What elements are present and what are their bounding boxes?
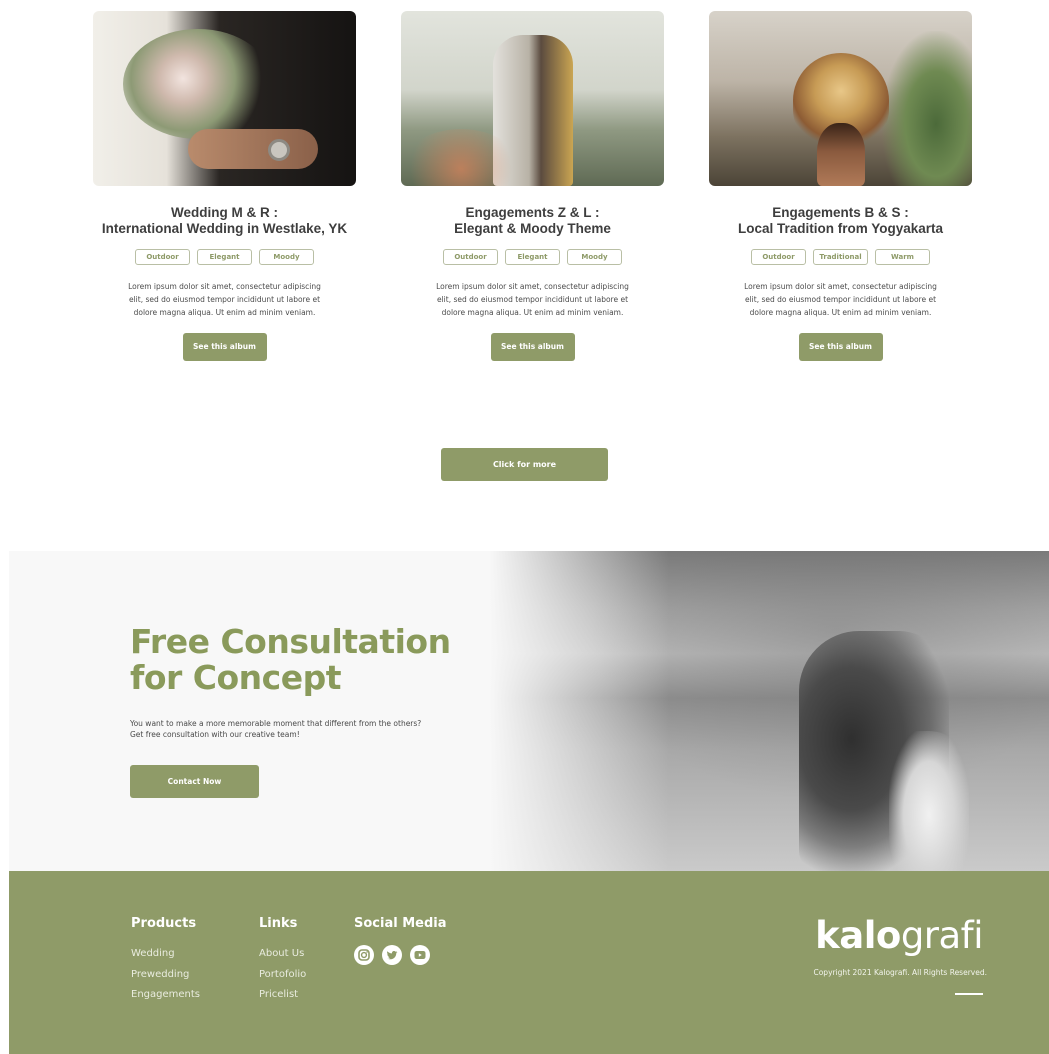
album-title-line1: Wedding M & R :: [171, 205, 278, 220]
kalografi-logo[interactable]: kalografi: [815, 916, 983, 956]
footer-products: Products Wedding Prewedding Engagements: [131, 916, 200, 1006]
tag[interactable]: Outdoor: [135, 249, 190, 265]
tag[interactable]: Outdoor: [751, 249, 806, 265]
palm-shape: [882, 31, 972, 186]
footer-link-wedding[interactable]: Wedding: [131, 944, 200, 965]
social-icons: [354, 945, 447, 965]
consultation-title: Free Consultation for Concept: [130, 624, 451, 696]
youtube-icon[interactable]: [410, 945, 430, 965]
album-card: Engagements B & S : Local Tradition from…: [709, 11, 972, 361]
tag[interactable]: Warm: [875, 249, 930, 265]
album-photo[interactable]: [401, 11, 664, 186]
hands-shape: [188, 129, 318, 169]
tag[interactable]: Elegant: [505, 249, 560, 265]
consultation-section: Free Consultation for Concept You want t…: [9, 551, 1049, 871]
footer-heading: Social Media: [354, 916, 447, 931]
tag[interactable]: Traditional: [813, 249, 868, 265]
instagram-icon[interactable]: [354, 945, 374, 965]
consultation-text-line2: Get free consultation with our creative …: [130, 730, 300, 739]
album-description: Lorem ipsum dolor sit amet, consectetur …: [436, 282, 629, 317]
dress-shape: [889, 731, 969, 871]
album-title: Wedding M & R : International Wedding in…: [93, 205, 356, 237]
footer-link-pricelist[interactable]: Pricelist: [259, 985, 306, 1006]
see-album-button[interactable]: See this album: [798, 333, 883, 361]
tag[interactable]: Moody: [567, 249, 622, 265]
album-tags: Outdoor Traditional Warm: [709, 249, 972, 265]
album-photo[interactable]: [709, 11, 972, 186]
consultation-text-line1: You want to make a more memorable moment…: [130, 719, 422, 728]
album-card: Wedding M & R : International Wedding in…: [93, 11, 356, 361]
bouquet-shape: [123, 29, 273, 139]
album-title: Engagements B & S : Local Tradition from…: [709, 205, 972, 237]
album-title-line2: International Wedding in Westlake, YK: [101, 221, 348, 236]
footer-link-engagements[interactable]: Engagements: [131, 985, 200, 1006]
footer-links: Links About Us Portofolio Pricelist: [259, 916, 306, 1006]
footer-link-about[interactable]: About Us: [259, 944, 306, 965]
photo-fade: [489, 551, 669, 871]
footer-link-portofolio[interactable]: Portofolio: [259, 965, 306, 986]
consultation-title-line1: Free Consultation: [130, 622, 451, 661]
album-description: Lorem ipsum dolor sit amet, consectetur …: [744, 282, 937, 317]
tag[interactable]: Outdoor: [443, 249, 498, 265]
album-title: Engagements Z & L : Elegant & Moody Them…: [401, 205, 664, 237]
consultation-title-line2: for Concept: [130, 658, 342, 697]
logo-light-part: grafi: [900, 914, 984, 957]
album-photo[interactable]: [93, 11, 356, 186]
album-title-line1: Engagements Z & L :: [465, 205, 600, 220]
footer-link-prewedding[interactable]: Prewedding: [131, 965, 200, 986]
see-album-button[interactable]: See this album: [490, 333, 575, 361]
album-title-line2: Local Tradition from Yogyakarta: [737, 221, 944, 236]
tag[interactable]: Elegant: [197, 249, 252, 265]
album-tags: Outdoor Elegant Moody: [401, 249, 664, 265]
click-for-more-button[interactable]: Click for more: [441, 448, 608, 481]
footer-heading: Products: [131, 916, 197, 931]
twitter-icon[interactable]: [382, 945, 402, 965]
footer: Products Wedding Prewedding Engagements …: [9, 871, 1049, 1054]
footer-link-list: About Us Portofolio Pricelist: [259, 944, 306, 1006]
tag[interactable]: Moody: [259, 249, 314, 265]
copyright-text: Copyright 2021 Kalografi. All Rights Res…: [813, 968, 987, 977]
face-shape: [817, 123, 865, 186]
see-album-button[interactable]: See this album: [182, 333, 267, 361]
footer-heading: Links: [259, 916, 298, 931]
footer-social: Social Media: [354, 916, 447, 965]
logo-underline: [955, 993, 983, 995]
contact-now-button[interactable]: Contact Now: [130, 765, 259, 798]
watch-shape: [268, 139, 290, 161]
logo-bold-part: kalo: [815, 914, 901, 957]
album-description: Lorem ipsum dolor sit amet, consectetur …: [128, 282, 321, 317]
album-card: Engagements Z & L : Elegant & Moody Them…: [401, 11, 664, 361]
album-title-line1: Engagements B & S :: [772, 205, 909, 220]
album-title-line2: Elegant & Moody Theme: [454, 221, 611, 236]
album-tags: Outdoor Elegant Moody: [93, 249, 356, 265]
footer-product-list: Wedding Prewedding Engagements: [131, 944, 200, 1006]
consultation-text: You want to make a more memorable moment…: [130, 718, 510, 740]
